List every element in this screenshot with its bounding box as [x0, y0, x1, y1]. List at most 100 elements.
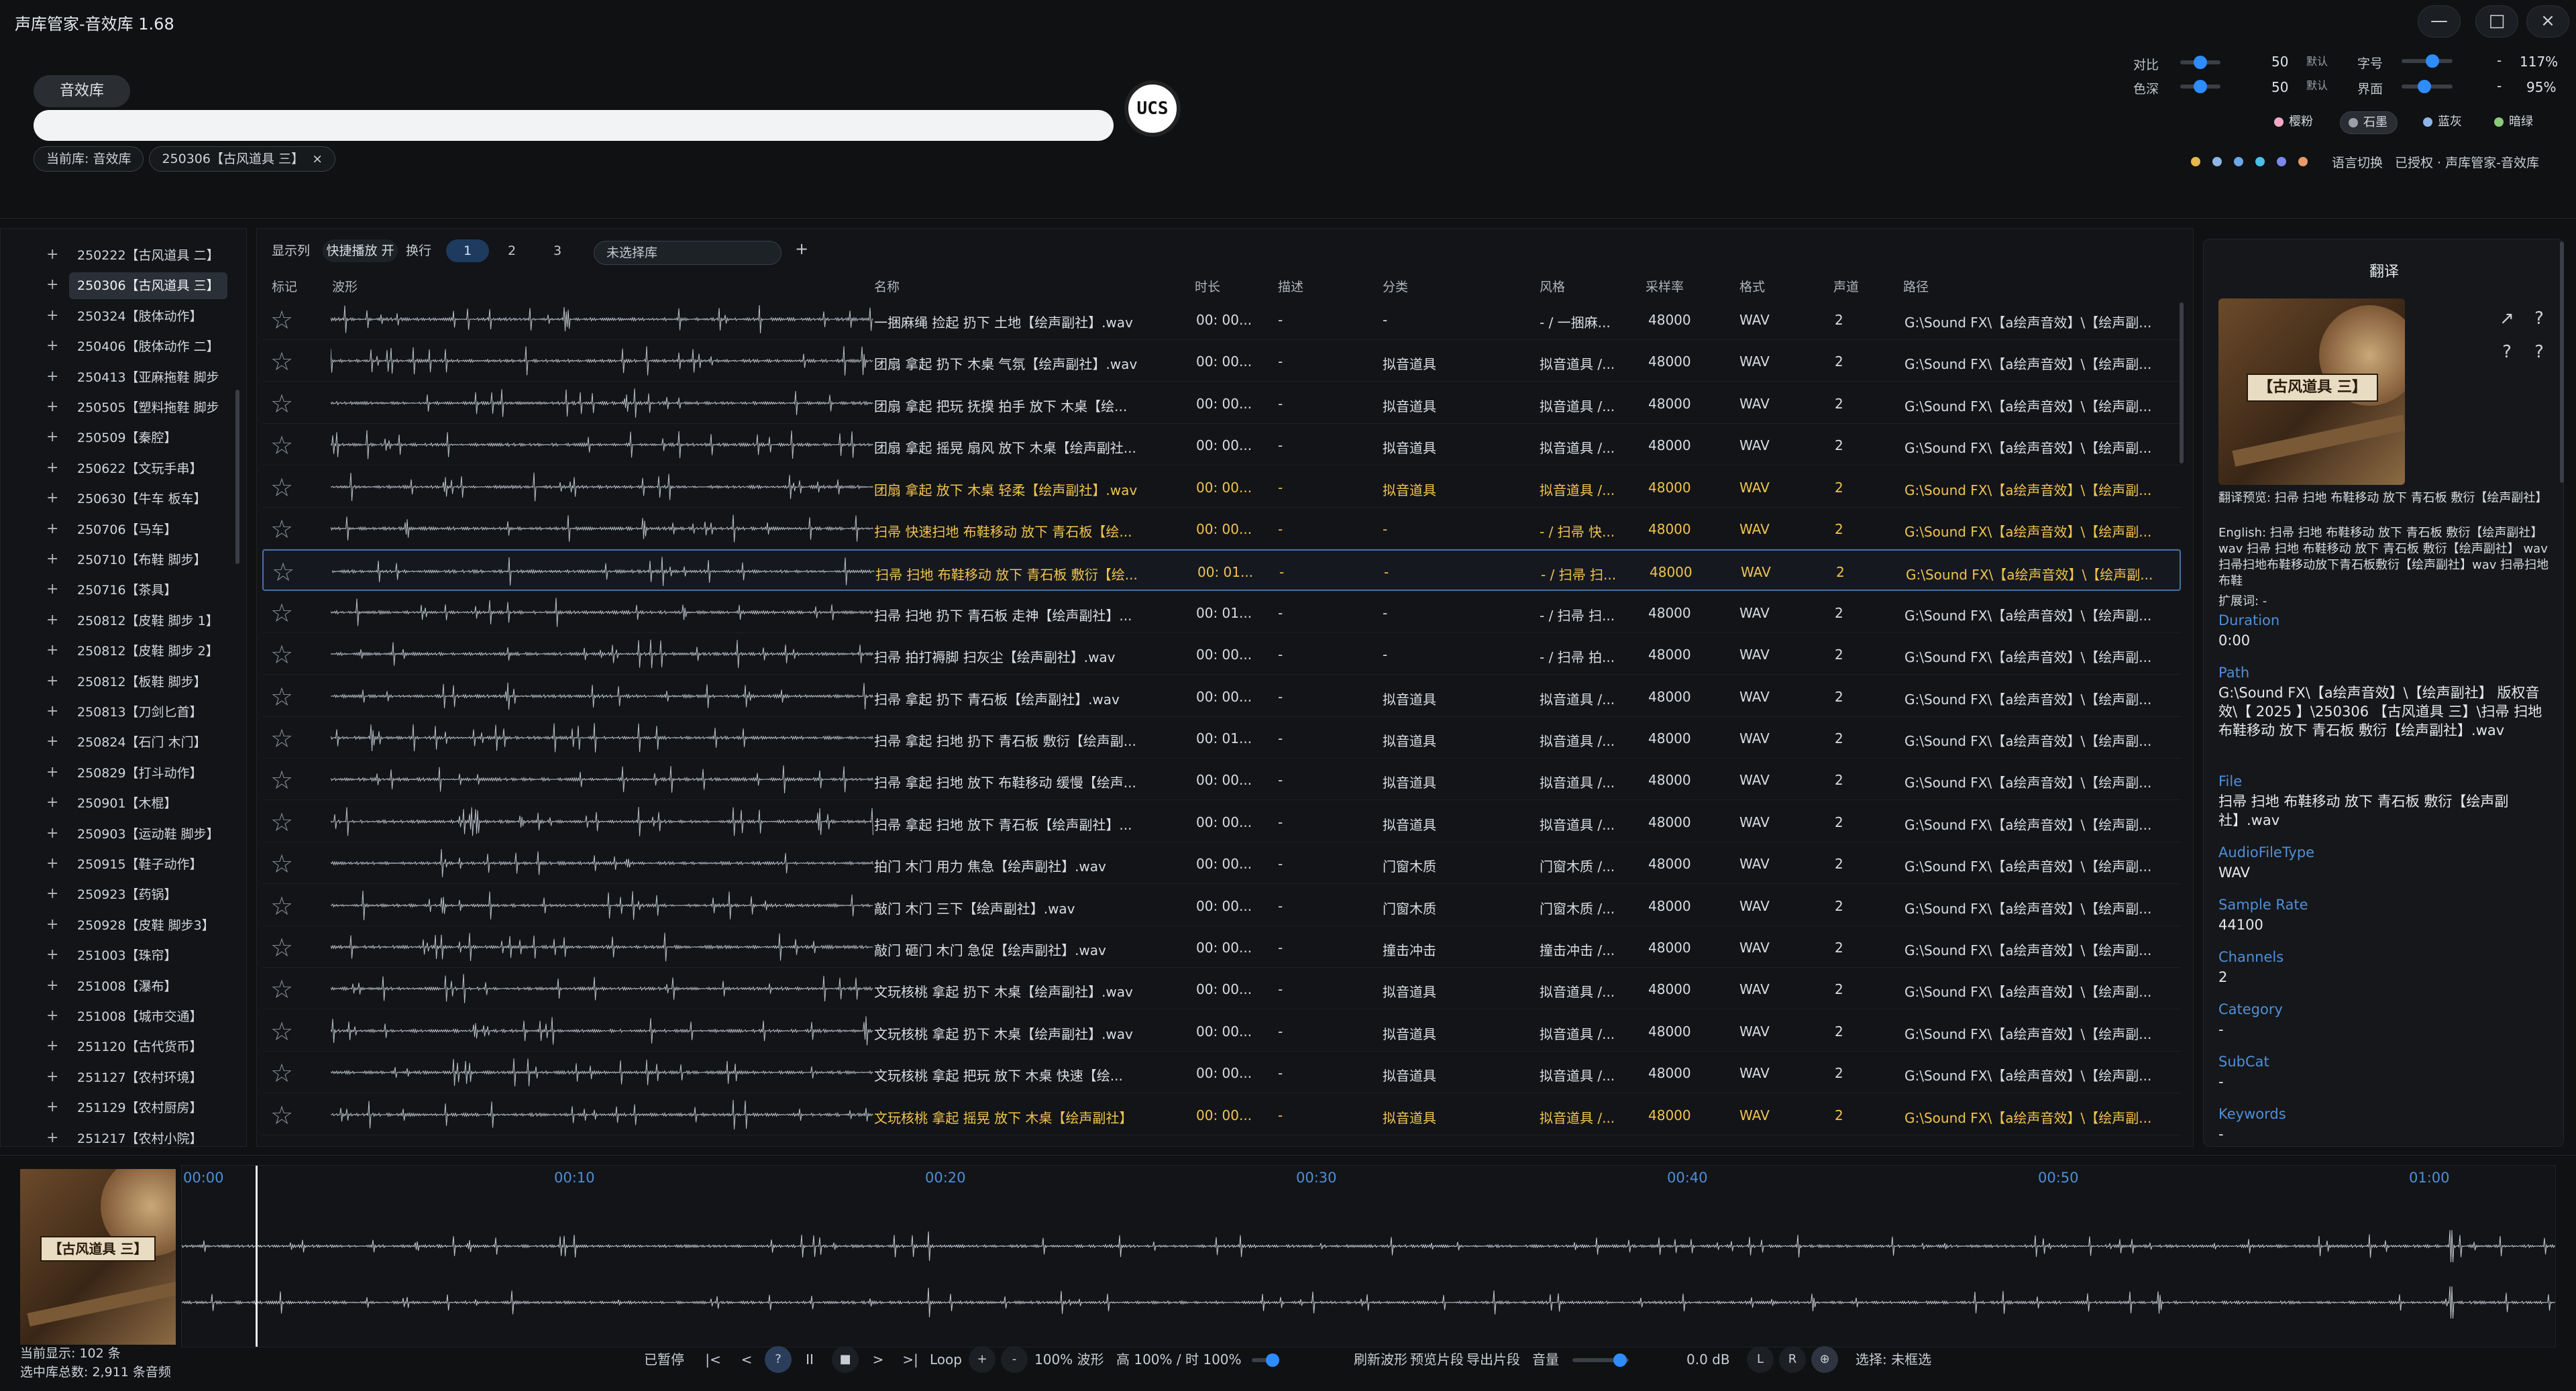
star-icon[interactable]: ☆	[270, 1017, 293, 1046]
col-path[interactable]: 路径	[1903, 277, 1929, 295]
table-row[interactable]: ☆ 文玩核桃 拿起 扔下 木桌【绘声副社】.wav 00: 00... - 拟音道具 拟音…	[262, 1010, 2181, 1052]
col-channels[interactable]: 声道	[1833, 277, 1859, 295]
table-row[interactable]: ☆ 扫帚 拍打褥脚 扫灰尘【绘声副社】.wav 00: 00... - - - / 扫帚 …	[262, 633, 2181, 675]
table-row[interactable]: ☆ 扫帚 拿起 扫地 扔下 青石板 敷衍【绘声副... 00: 01... - 拟音道具…	[262, 717, 2181, 759]
help-icon[interactable]: ?	[2526, 339, 2553, 366]
row-waveform[interactable]	[331, 302, 874, 336]
col-format[interactable]: 格式	[1739, 277, 1765, 295]
export-clip-button[interactable]: 导出片段	[1466, 1347, 1520, 1372]
col-description[interactable]: 描述	[1278, 277, 1303, 295]
volume-slider[interactable]	[1572, 1353, 1629, 1367]
first-track-button[interactable]: |<	[703, 1347, 723, 1372]
star-icon[interactable]: ☆	[270, 389, 293, 419]
playhead[interactable]	[256, 1166, 258, 1347]
star-icon[interactable]: ☆	[270, 431, 293, 460]
sidebar-item[interactable]: 250928【皮鞋 脚步3】	[69, 912, 223, 939]
sidebar-item[interactable]: 250222【古风道具 二】	[69, 242, 227, 269]
expand-icon[interactable]: +	[46, 276, 58, 293]
sidebar-item[interactable]: 251008【瀑布】	[69, 973, 185, 1000]
expand-icon[interactable]: +	[46, 398, 58, 415]
saturation-default-button[interactable]: 默认	[2306, 76, 2328, 93]
sidebar-item[interactable]: 250324【肢体动作】	[69, 303, 211, 330]
expand-icon[interactable]: +	[46, 490, 58, 506]
table-row[interactable]: ☆ 文玩核桃 拿起 把玩 放下 木桌 快速【绘... 00: 00... - 拟音道具 拟…	[262, 1052, 2181, 1094]
table-row[interactable]: ☆ 扫帚 拿起 扫地 放下 布鞋移动 缓慢【绘声... 00: 00... - 拟音道具…	[262, 759, 2181, 801]
row-waveform[interactable]	[331, 428, 874, 461]
sidebar-item[interactable]: 250413【亚麻拖鞋 脚步	[69, 364, 227, 391]
expand-icon[interactable]: +	[46, 733, 58, 750]
ucs-logo-button[interactable]: UCS	[1124, 80, 1181, 137]
next-track-button[interactable]: >	[868, 1347, 888, 1372]
table-row[interactable]: ☆ 扫帚 拿起 扔下 青石板【绘声副社】.wav 00: 00... - 拟音道具 拟音道…	[262, 675, 2181, 717]
expand-icon[interactable]: +	[46, 703, 58, 720]
col-duration[interactable]: 时长	[1195, 277, 1220, 295]
swatch-dot[interactable]	[2277, 157, 2286, 166]
expand-icon[interactable]: +	[46, 1007, 58, 1024]
folder-chip[interactable]: 250306【古风道具 三】 ×	[149, 146, 336, 172]
table-row[interactable]: ☆ 扫帚 扫地 扔下 青石板 走神【绘声副社】... 00: 01... - - - / …	[262, 592, 2181, 633]
row-waveform[interactable]	[331, 1098, 874, 1131]
theme-darkgreen-button[interactable]: 暗绿	[2486, 111, 2542, 134]
sidebar-item[interactable]: 250915【鞋子动作】	[69, 851, 211, 878]
row-waveform[interactable]	[331, 721, 874, 755]
sidebar-item[interactable]: 250622【文玩手串】	[69, 455, 211, 482]
table-row[interactable]: ☆ 文玩核桃 拿起 摇晃 放下 木桌【绘声副社】 00: 00... - 拟音道具 拟音道…	[262, 1094, 2181, 1135]
sidebar-scrollbar[interactable]	[235, 390, 239, 564]
star-icon[interactable]: ☆	[270, 891, 293, 921]
font-size-slider-knob[interactable]	[2425, 54, 2439, 68]
waveform-timeline[interactable]: 00:00 00:10 00:20 00:30 00:40 00:50 01:00	[181, 1165, 2556, 1347]
col-category[interactable]: 分类	[1383, 277, 1408, 295]
help-icon[interactable]: ?	[2493, 339, 2520, 366]
sidebar-item[interactable]: 250923【药锅】	[69, 881, 185, 908]
theme-graphite-button[interactable]: 石墨	[2340, 111, 2398, 134]
table-row[interactable]: ☆ 团扇 拿起 放下 木桌 轻柔【绘声副社】.wav 00: 00... - 拟音道具 拟…	[262, 466, 2181, 508]
star-icon[interactable]: ☆	[272, 557, 294, 587]
minimize-button[interactable]: —	[2418, 5, 2461, 38]
expand-icon[interactable]: +	[46, 642, 58, 659]
star-icon[interactable]: ☆	[270, 975, 293, 1004]
expand-icon[interactable]: +	[46, 1038, 58, 1054]
expand-icon[interactable]: +	[46, 855, 58, 872]
quick-play-toggle[interactable]: 快捷播放 开	[323, 239, 398, 262]
zoom-slider-knob[interactable]	[1265, 1353, 1279, 1367]
row-waveform[interactable]	[331, 679, 874, 713]
table-row[interactable]: ☆ 敲门 砸门 木门 急促【绘声副社】.wav 00: 00... - 撞击冲击 撞击冲击…	[262, 926, 2181, 968]
contrast-default-button[interactable]: 默认	[2306, 52, 2328, 68]
star-icon[interactable]: ☆	[270, 473, 293, 502]
library-tab[interactable]: 音效库	[34, 75, 130, 107]
expand-icon[interactable]: +	[46, 246, 58, 263]
details-scrollbar[interactable]	[2560, 241, 2564, 483]
table-row[interactable]: ☆ 扫帚 扫地 布鞋移动 放下 青石板 敷衍【绘... 00: 01... - - - /…	[262, 549, 2181, 592]
sidebar-item[interactable]: 251008【城市交通】	[69, 1003, 211, 1030]
expand-icon[interactable]: +	[46, 673, 58, 689]
expand-icon[interactable]: +	[46, 429, 58, 445]
table-row[interactable]: ☆ 团扇 拿起 扔下 木桌 气氛【绘声副社】.wav 00: 00... - 拟音道具 拟…	[262, 340, 2181, 382]
sidebar-item[interactable]: 250716【茶具】	[69, 577, 185, 604]
expand-icon[interactable]: +	[46, 551, 58, 567]
star-icon[interactable]: ☆	[270, 598, 293, 628]
star-icon[interactable]: ☆	[270, 305, 293, 335]
page-2-button[interactable]: 2	[493, 239, 531, 262]
sidebar-item[interactable]: 250509【秦腔】	[69, 425, 185, 451]
sidebar-item[interactable]: 251129【农村厨房】	[69, 1095, 211, 1121]
row-waveform[interactable]	[331, 596, 874, 629]
zoom-slider[interactable]	[1252, 1353, 1279, 1367]
table-scrollbar[interactable]	[2180, 302, 2184, 463]
waveform-display[interactable]	[182, 1206, 2555, 1347]
sidebar-item[interactable]: 251217【农村小院】	[69, 1125, 211, 1152]
swatch-dot[interactable]	[2234, 157, 2243, 166]
close-button[interactable]: ×	[2526, 5, 2569, 38]
col-name[interactable]: 名称	[874, 277, 900, 295]
sidebar-item[interactable]: 251127【农村环境】	[69, 1064, 211, 1091]
expand-icon[interactable]: +	[46, 825, 58, 842]
expand-icon[interactable]: +	[46, 885, 58, 902]
row-waveform[interactable]	[331, 930, 874, 964]
chip-close-icon[interactable]: ×	[312, 152, 323, 166]
contrast-slider-knob[interactable]	[2194, 56, 2207, 69]
sidebar-item[interactable]: 250813【刀剑匕首】	[69, 699, 211, 726]
theme-pink-button[interactable]: 樱粉	[2266, 111, 2322, 134]
star-icon[interactable]: ☆	[270, 933, 293, 962]
row-waveform[interactable]	[331, 1056, 874, 1089]
expand-icon[interactable]: +	[46, 764, 58, 781]
page-1-button[interactable]: 1	[446, 239, 489, 262]
